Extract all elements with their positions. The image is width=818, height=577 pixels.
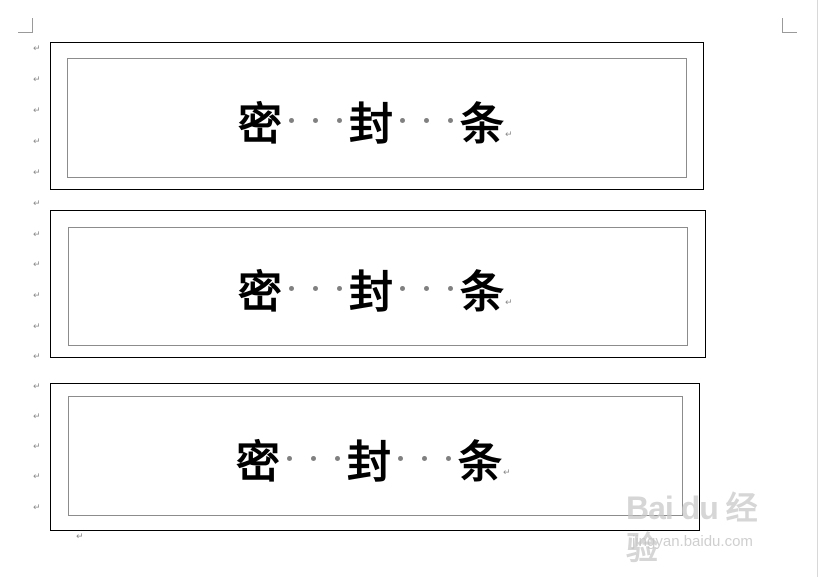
seal-char-mi: 密 bbox=[238, 267, 282, 318]
seal-char-mi: 密 bbox=[236, 437, 280, 488]
paragraph-mark-glyph: ↵ bbox=[33, 322, 41, 332]
paragraph-mark: ↵ bbox=[33, 230, 41, 240]
paragraph-mark: ↵ bbox=[33, 442, 41, 452]
paragraph-mark-glyph: ↵ bbox=[33, 352, 41, 362]
paragraph-mark: ↵ bbox=[33, 75, 41, 85]
seal-char-feng: 封 bbox=[349, 267, 393, 318]
paragraph-mark: ↵ bbox=[76, 532, 84, 542]
paragraph-mark: ↵ bbox=[33, 199, 41, 209]
dot-leader bbox=[400, 117, 453, 123]
watermark-logo-text: Bai du 经验 bbox=[626, 490, 758, 566]
paragraph-mark-glyph: ↵ bbox=[33, 75, 41, 85]
paragraph-mark-glyph: ↵ bbox=[33, 199, 41, 209]
paragraph-mark: ↵ bbox=[33, 260, 41, 270]
paragraph-mark-glyph: ↵ bbox=[33, 442, 41, 452]
seal-char-feng: 封 bbox=[349, 99, 393, 150]
paragraph-mark: ↵ bbox=[33, 503, 41, 513]
dot-leader bbox=[287, 455, 340, 461]
seal-strip-1-text[interactable]: 密 封 条 ↵ bbox=[238, 92, 513, 150]
paragraph-mark: ↵ bbox=[33, 44, 41, 54]
paragraph-mark: ↵ bbox=[33, 322, 41, 332]
paragraph-mark-glyph: ↵ bbox=[33, 382, 41, 392]
seal-char-tiao: 条 bbox=[458, 437, 502, 488]
paragraph-mark: ↵ bbox=[505, 130, 513, 140]
seal-strip-3-text[interactable]: 密 封 条 ↵ bbox=[236, 430, 511, 488]
paragraph-mark: ↵ bbox=[33, 106, 41, 116]
paragraph-mark-glyph: ↵ bbox=[33, 472, 41, 482]
watermark-url: jingyan.baidu.com bbox=[632, 533, 753, 550]
paragraph-mark-glyph: ↵ bbox=[33, 260, 41, 270]
seal-char-mi: 密 bbox=[238, 99, 282, 150]
paragraph-mark: ↵ bbox=[33, 472, 41, 482]
dot-leader bbox=[289, 117, 342, 123]
paragraph-mark-glyph: ↵ bbox=[33, 412, 41, 422]
dot-leader bbox=[398, 455, 451, 461]
paragraph-mark: ↵ bbox=[33, 137, 41, 147]
paragraph-mark-glyph: ↵ bbox=[33, 230, 41, 240]
seal-char-tiao: 条 bbox=[460, 99, 504, 150]
paragraph-mark-glyph: ↵ bbox=[33, 44, 41, 54]
paragraph-mark-glyph: ↵ bbox=[33, 168, 41, 178]
paragraph-mark-glyph: ↵ bbox=[33, 137, 41, 147]
dot-leader bbox=[400, 285, 453, 291]
paragraph-mark: ↵ bbox=[33, 382, 41, 392]
seal-char-tiao: 条 bbox=[460, 267, 504, 318]
paragraph-mark-glyph: ↵ bbox=[33, 106, 41, 116]
paragraph-mark-glyph: ↵ bbox=[33, 291, 41, 301]
paragraph-mark: ↵ bbox=[505, 298, 513, 308]
paragraph-mark-glyph: ↵ bbox=[33, 503, 41, 513]
paragraph-mark: ↵ bbox=[33, 291, 41, 301]
baidu-jingyan-watermark: Bai du 经验 jingyan.baidu.com bbox=[626, 486, 786, 566]
crop-mark-top-left bbox=[18, 18, 33, 33]
seal-strip-2-text[interactable]: 密 封 条 ↵ bbox=[238, 260, 513, 318]
paragraph-mark: ↵ bbox=[33, 412, 41, 422]
paragraph-mark-glyph: ↵ bbox=[76, 532, 84, 542]
dot-leader bbox=[289, 285, 342, 291]
paragraph-mark: ↵ bbox=[33, 168, 41, 178]
crop-mark-top-right bbox=[782, 18, 797, 33]
paragraph-mark: ↵ bbox=[503, 468, 511, 478]
seal-char-feng: 封 bbox=[347, 437, 391, 488]
paragraph-mark: ↵ bbox=[33, 352, 41, 362]
